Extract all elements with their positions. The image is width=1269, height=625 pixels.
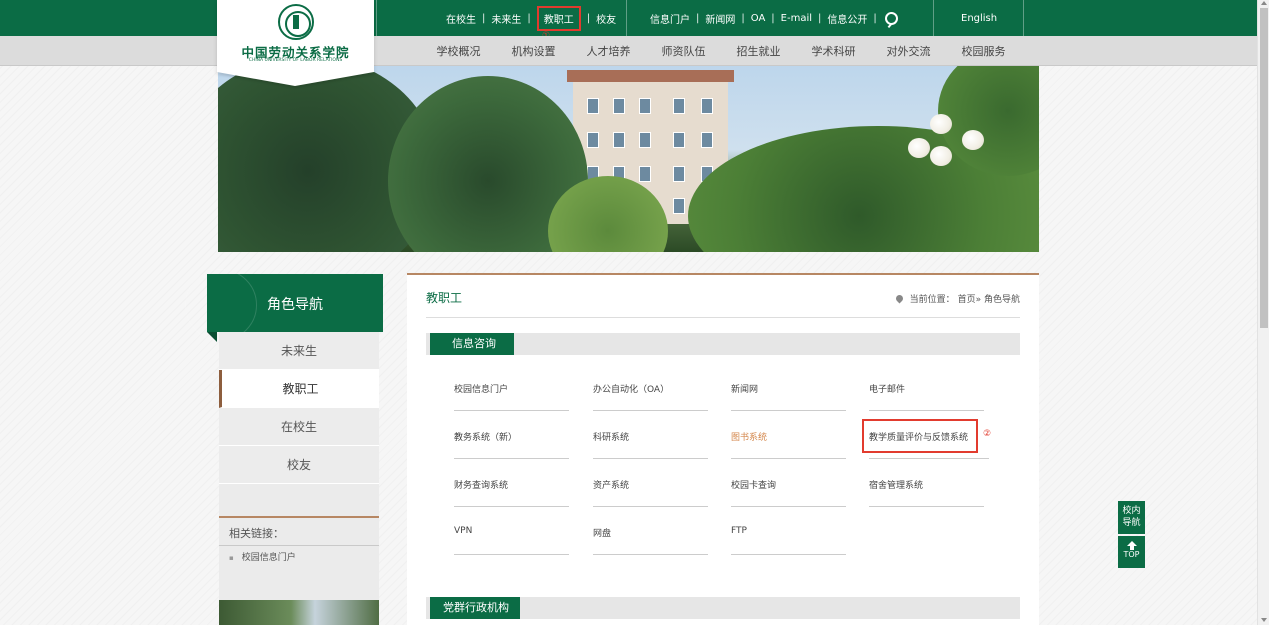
system-link-library[interactable]: 图书系统: [731, 417, 846, 459]
system-link-campus-portal[interactable]: 校园信息门户: [454, 369, 569, 411]
annotation-marker-2: ②: [983, 429, 992, 439]
section-header-info: 信息咨询: [426, 333, 1020, 355]
main-nav: 学校概况 机构设置 人才培养 师资队伍 招生就业 学术科研 对外交流 校园服务: [0, 36, 1257, 66]
language-switch: English: [961, 0, 997, 36]
university-emblem-icon: [278, 4, 314, 40]
sidebar-header-fold: [207, 332, 217, 342]
system-link-oa[interactable]: 办公自动化（OA）: [593, 369, 708, 411]
title-divider: [426, 317, 1020, 318]
system-link-academic-affairs[interactable]: 教务系统（新）: [454, 417, 569, 459]
location-pin-icon: [894, 293, 905, 304]
float-nav-line1: 校内: [1122, 506, 1141, 516]
related-link[interactable]: 校园信息门户: [229, 550, 379, 563]
separator: |: [873, 12, 877, 24]
system-link-ftp[interactable]: FTP: [731, 513, 846, 555]
separator: |: [482, 12, 486, 24]
top-links-area: 在校生 | 未来生 | 教职工 | 校友 信息门户 | 新闻网 | OA | E…: [376, 0, 1024, 36]
section-title-party-admin: 党群行政机构: [430, 597, 520, 619]
system-link-assets[interactable]: 资产系统: [593, 465, 708, 507]
breadcrumb-path[interactable]: 首页» 角色导航: [958, 292, 1020, 305]
top-link-future-students[interactable]: 未来生: [491, 9, 521, 28]
logo-tab-point: [217, 72, 374, 86]
search-icon[interactable]: [884, 11, 898, 25]
back-to-top-label: TOP: [1123, 550, 1140, 559]
sidebar-photo: [219, 600, 379, 625]
sidebar-title: 角色导航: [267, 297, 323, 313]
top-bar: 在校生 | 未来生 | 教职工 | 校友 信息门户 | 新闻网 | OA | E…: [0, 0, 1257, 36]
nav-item-admissions[interactable]: 招生就业: [721, 43, 796, 59]
role-links: 在校生 | 未来生 | 教职工 | 校友: [446, 0, 616, 36]
system-link-netdisk[interactable]: 网盘: [593, 513, 708, 555]
separator: |: [527, 12, 531, 24]
campus-banner-image: [218, 66, 1039, 252]
sidebar-header: 角色导航: [185, 269, 383, 341]
separator: |: [818, 12, 822, 24]
system-link-vpn[interactable]: VPN: [454, 513, 569, 555]
related-links-box: 相关链接： 校园信息门户: [219, 516, 379, 600]
top-divider: [626, 0, 627, 36]
nav-item-departments[interactable]: 机构设置: [496, 43, 571, 59]
separator: |: [771, 12, 775, 24]
system-link-campus-card[interactable]: 校园卡查询: [731, 465, 846, 507]
system-link-finance[interactable]: 财务查询系统: [454, 465, 569, 507]
page-scrollbar[interactable]: [1257, 0, 1269, 625]
sidebar-spacer: [219, 484, 379, 516]
breadcrumb: 当前位置： 首页» 角色导航: [894, 292, 1020, 305]
breadcrumb-prefix: 当前位置：: [909, 295, 955, 305]
top-divider: [933, 0, 934, 36]
scroll-thumb[interactable]: [1260, 8, 1268, 328]
top-link-current-students[interactable]: 在校生: [446, 9, 476, 28]
separator: |: [741, 12, 745, 24]
system-link-news[interactable]: 新闻网: [731, 369, 846, 411]
separator: |: [586, 12, 591, 24]
related-links-list: 校园信息门户: [219, 546, 379, 563]
campus-nav-float-button[interactable]: 校内 导航: [1118, 501, 1145, 534]
scroll-up-icon[interactable]: [1261, 1, 1267, 5]
top-link-news[interactable]: 新闻网: [705, 9, 735, 28]
english-link[interactable]: English: [961, 11, 997, 26]
system-links: 信息门户 | 新闻网 | OA | E-mail | 信息公开 |: [650, 0, 898, 36]
main-nav-items: 学校概况 机构设置 人才培养 师资队伍 招生就业 学术科研 对外交流 校园服务: [421, 36, 1021, 66]
top-link-staff[interactable]: 教职工: [536, 5, 581, 31]
nav-item-research[interactable]: 学术科研: [796, 43, 871, 59]
logo[interactable]: 中国劳动关系学院 CHINA UNIVERSITY OF LABOR RELAT…: [217, 0, 374, 72]
nav-item-international[interactable]: 对外交流: [871, 43, 946, 59]
top-divider: [1023, 0, 1024, 36]
top-link-alumni[interactable]: 校友: [596, 9, 616, 28]
banner-lamp: [930, 114, 952, 134]
banner-lamp: [930, 146, 952, 166]
banner-lamp: [962, 130, 984, 150]
scroll-down-icon[interactable]: [1261, 618, 1267, 622]
section-title-info: 信息咨询: [430, 333, 514, 355]
top-link-info-portal[interactable]: 信息门户: [650, 9, 690, 28]
sidebar-item-alumni[interactable]: 校友: [219, 446, 379, 484]
sidebar-item-future-students[interactable]: 未来生: [219, 332, 379, 370]
top-divider: [376, 0, 377, 36]
top-link-oa[interactable]: OA: [751, 11, 766, 26]
nav-item-faculty[interactable]: 师资队伍: [646, 43, 721, 59]
system-link-email[interactable]: 电子邮件: [869, 369, 984, 411]
back-to-top-button[interactable]: TOP: [1118, 536, 1145, 568]
logo-english-name: CHINA UNIVERSITY OF LABOR RELATIONS: [248, 58, 343, 63]
top-link-info-disclosure[interactable]: 信息公开: [827, 9, 867, 28]
page-title: 教职工: [426, 291, 463, 305]
top-link-email[interactable]: E-mail: [781, 11, 812, 26]
nav-item-campus-services[interactable]: 校园服务: [946, 43, 1021, 59]
separator: |: [696, 12, 700, 24]
banner-lamp: [908, 138, 930, 158]
section-header-party-admin: 党群行政机构: [426, 597, 1020, 619]
sidebar-item-current-students[interactable]: 在校生: [219, 408, 379, 446]
nav-item-education[interactable]: 人才培养: [571, 43, 646, 59]
sidebar-item-staff[interactable]: 教职工: [219, 370, 379, 408]
system-link-dormitory[interactable]: 宿舍管理系统: [869, 465, 984, 507]
sidebar-menu: 未来生 教职工 在校生 校友: [219, 332, 379, 484]
highlight-box-teaching-evaluation: [862, 419, 978, 453]
system-link-research[interactable]: 科研系统: [593, 417, 708, 459]
float-nav-line2: 导航: [1122, 518, 1141, 528]
nav-item-about[interactable]: 学校概况: [421, 43, 496, 59]
related-links-title: 相关链接：: [219, 518, 379, 546]
content-panel: 教职工 当前位置： 首页» 角色导航 信息咨询 校园信息门户 办公自动化（OA）…: [407, 273, 1039, 625]
